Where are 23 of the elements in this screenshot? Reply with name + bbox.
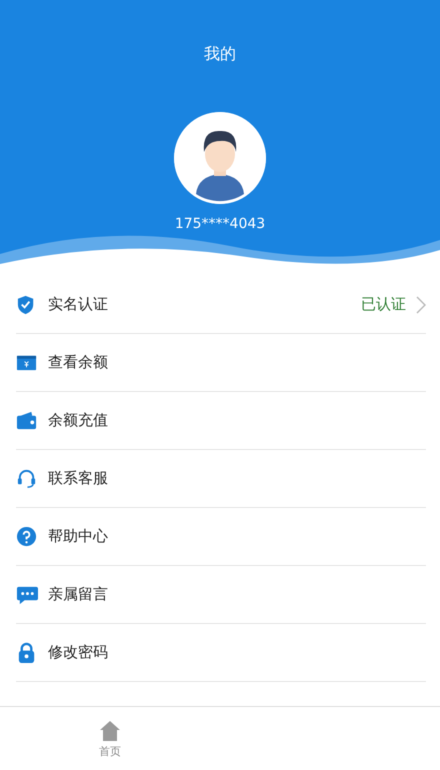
menu-item[interactable]: 帮助中心 — [16, 508, 426, 566]
menu-item[interactable]: 查看余额 — [16, 334, 426, 392]
menu-label: 修改密码 — [48, 643, 108, 662]
menu-label: 余额充值 — [48, 411, 108, 430]
page-title: 我的 — [204, 44, 236, 65]
menu-label: 亲属留言 — [48, 585, 108, 604]
menu-item[interactable]: 实名认证 已认证 — [16, 276, 426, 334]
menu-item[interactable]: 修改密码 — [16, 624, 426, 682]
headset-icon — [16, 468, 38, 490]
menu-label: 实名认证 — [48, 295, 108, 314]
menu-item[interactable]: 联系客服 — [16, 450, 426, 508]
home-icon — [99, 720, 121, 742]
avatar-icon[interactable] — [174, 112, 266, 204]
wallet-icon — [16, 410, 38, 432]
menu-item[interactable]: 亲属留言 — [16, 566, 426, 624]
menu-label: 查看余额 — [48, 353, 108, 372]
menu-item[interactable]: 余额充值 — [16, 392, 426, 450]
status-label: 已认证 — [361, 295, 406, 314]
menu-label: 联系客服 — [48, 469, 108, 488]
phone-number: 175****4043 — [174, 216, 266, 232]
menu-label: 帮助中心 — [48, 527, 108, 546]
nav-tab[interactable]: 首页 — [0, 707, 220, 770]
help-icon — [16, 526, 38, 548]
